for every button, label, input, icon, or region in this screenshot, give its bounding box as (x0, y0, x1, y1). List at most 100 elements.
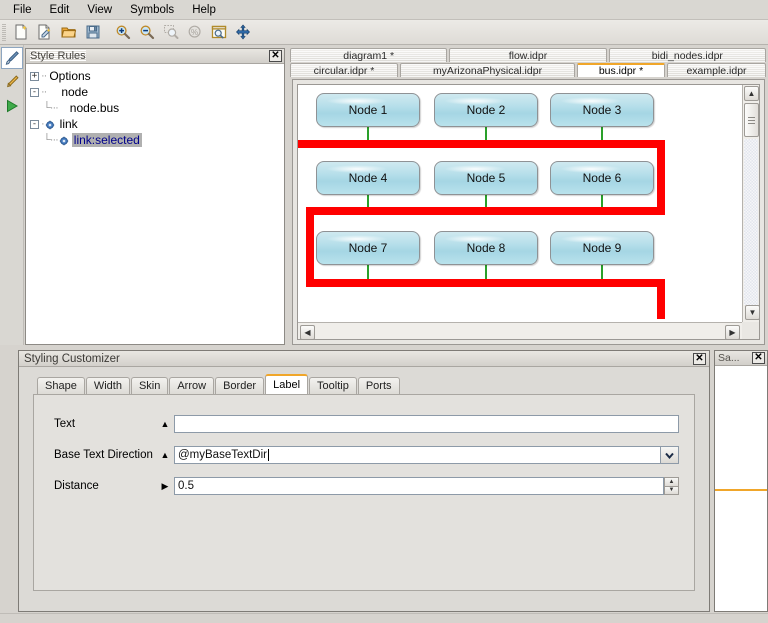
tab-myarizonaphysical-idpr[interactable]: myArizonaPhysical.idpr (400, 63, 575, 77)
diagram-node[interactable]: Node 6 (550, 161, 654, 195)
menu-file[interactable]: File (4, 2, 41, 18)
bus-link-segment[interactable] (298, 140, 665, 148)
tab-circular-idpr[interactable]: circular.idpr * (290, 63, 398, 77)
tree-item-options[interactable]: + ·· Options (30, 68, 284, 84)
tree-item-label: node.bus (68, 101, 121, 115)
run-tool[interactable] (1, 95, 23, 117)
canvas-vertical-scrollbar[interactable]: ▲ ▼ (742, 85, 759, 322)
stepper-up-icon[interactable]: ▲ (664, 477, 679, 486)
diagram-node[interactable]: Node 5 (434, 161, 538, 195)
styling-customizer-panel: Styling Customizer ✕ Shape Width Skin Ar… (18, 350, 710, 612)
canvas-frame: Node 1 Node 2 Node 3 Node 4 Node 5 Node … (292, 79, 765, 345)
menu-view[interactable]: View (78, 2, 121, 18)
stepper-down-icon[interactable]: ▼ (664, 486, 679, 496)
base-text-direction-input[interactable]: @myBaseTextDir (174, 446, 661, 464)
bus-link-segment[interactable] (306, 279, 665, 287)
style-rules-title-bar: Style Rules ✕ (26, 49, 284, 64)
canvas-inner: Node 1 Node 2 Node 3 Node 4 Node 5 Node … (297, 84, 760, 340)
tab-label[interactable]: Label (265, 374, 308, 394)
zoom-fit-icon[interactable] (208, 22, 230, 43)
scroll-up-button[interactable]: ▲ (744, 86, 759, 101)
scroll-left-button[interactable]: ◀ (300, 325, 315, 340)
diagram-node[interactable]: Node 2 (434, 93, 538, 127)
collapse-icon[interactable]: - (30, 88, 39, 97)
new-document-icon[interactable] (10, 22, 32, 43)
vertical-scroll-thumb[interactable] (744, 103, 759, 137)
expand-icon[interactable]: + (30, 72, 39, 81)
base-text-direction-marker-icon[interactable]: ▲ (156, 450, 174, 460)
brush-tool[interactable] (1, 47, 23, 69)
bus-link-segment[interactable] (657, 279, 665, 319)
tab-bidi-nodes-idpr[interactable]: bidi_nodes.idpr (609, 48, 766, 62)
chevron-down-icon[interactable] (661, 446, 679, 464)
pan-icon[interactable] (232, 22, 254, 43)
tab-border[interactable]: Border (215, 377, 264, 394)
diagram-node[interactable]: Node 4 (316, 161, 420, 195)
bus-link-segment[interactable] (306, 207, 665, 215)
pencil-tool[interactable] (1, 71, 23, 93)
distance-input[interactable]: 0.5 (174, 477, 664, 495)
vertical-scroll-track[interactable] (744, 139, 758, 305)
tab-width[interactable]: Width (86, 377, 130, 394)
svg-text:%: % (191, 28, 198, 37)
scroll-right-button[interactable]: ▶ (725, 325, 740, 340)
diagram-node[interactable]: Node 3 (550, 93, 654, 127)
tree-connector: · (41, 118, 44, 130)
text-field-label: Text (34, 418, 156, 430)
collapse-icon[interactable]: - (30, 120, 39, 129)
tree-item-label: link (58, 117, 80, 131)
tab-arrow[interactable]: Arrow (169, 377, 214, 394)
open-folder-icon[interactable] (58, 22, 80, 43)
tree-item-link-selected[interactable]: └··· link:selected (30, 132, 284, 148)
menu-edit[interactable]: Edit (41, 2, 79, 18)
zoom-out-icon[interactable] (136, 22, 158, 43)
base-text-direction-label: Base Text Direction (34, 449, 156, 461)
toolbar-drag-handle[interactable] (2, 24, 6, 41)
tree-item-node-bus[interactable]: └··· node.bus (30, 100, 284, 116)
left-tool-strip (0, 45, 24, 345)
text-input[interactable] (174, 415, 679, 433)
menu-symbols[interactable]: Symbols (121, 2, 183, 18)
diagram-node[interactable]: Node 8 (434, 231, 538, 265)
tab-bus-idpr[interactable]: bus.idpr * (577, 63, 665, 77)
diagram-node[interactable]: Node 9 (550, 231, 654, 265)
close-icon[interactable]: ✕ (269, 50, 282, 62)
gear-icon (59, 135, 69, 145)
scroll-thumb-grip (748, 117, 755, 124)
base-text-direction-combo[interactable]: @myBaseTextDir (174, 446, 679, 464)
zoom-in-icon[interactable] (112, 22, 134, 43)
tab-skin[interactable]: Skin (131, 377, 168, 394)
close-icon[interactable]: ✕ (693, 353, 706, 365)
text-caret (268, 449, 269, 461)
node-label: Node 5 (467, 171, 506, 185)
distance-spinner[interactable]: 0.5 ▲ ▼ (174, 477, 679, 495)
tab-ports[interactable]: Ports (358, 377, 400, 394)
new-from-template-icon[interactable] (34, 22, 56, 43)
tree-item-label: link:selected (72, 133, 142, 147)
menu-help[interactable]: Help (183, 2, 225, 18)
diagram-node[interactable]: Node 1 (316, 93, 420, 127)
form-row-distance: Distance ▶ 0.5 ▲ ▼ (34, 473, 694, 499)
diagram-node[interactable]: Node 7 (316, 231, 420, 265)
bus-link-segment[interactable] (306, 207, 314, 287)
text-field-marker-icon[interactable]: ▲ (156, 419, 174, 429)
save-icon[interactable] (82, 22, 104, 43)
tree-connector: └··· (43, 102, 58, 114)
quantity-stepper[interactable]: ▲ ▼ (664, 477, 679, 495)
form-row-base-text-direction: Base Text Direction ▲ @myBaseTextDir (34, 442, 694, 468)
menu-bar: File Edit View Symbols Help (0, 0, 768, 20)
distance-marker-icon[interactable]: ▶ (156, 481, 174, 492)
scroll-down-button[interactable]: ▼ (745, 305, 760, 320)
diagram-canvas[interactable]: Node 1 Node 2 Node 3 Node 4 Node 5 Node … (298, 85, 742, 322)
close-icon[interactable]: ✕ (752, 352, 765, 364)
tab-shape[interactable]: Shape (37, 377, 85, 394)
tab-flow-idpr[interactable]: flow.idpr (449, 48, 606, 62)
tab-example-idpr[interactable]: example.idpr (667, 63, 766, 77)
tab-diagram1[interactable]: diagram1 * (290, 48, 447, 62)
tree-item-node[interactable]: - ·· node (30, 84, 284, 100)
bus-link-segment[interactable] (657, 140, 665, 215)
tab-tooltip[interactable]: Tooltip (309, 377, 357, 394)
tree-item-link[interactable]: - · link (30, 116, 284, 132)
canvas-horizontal-scrollbar[interactable]: ◀ ▶ (298, 322, 742, 339)
tree-item-label: Options (47, 69, 92, 83)
